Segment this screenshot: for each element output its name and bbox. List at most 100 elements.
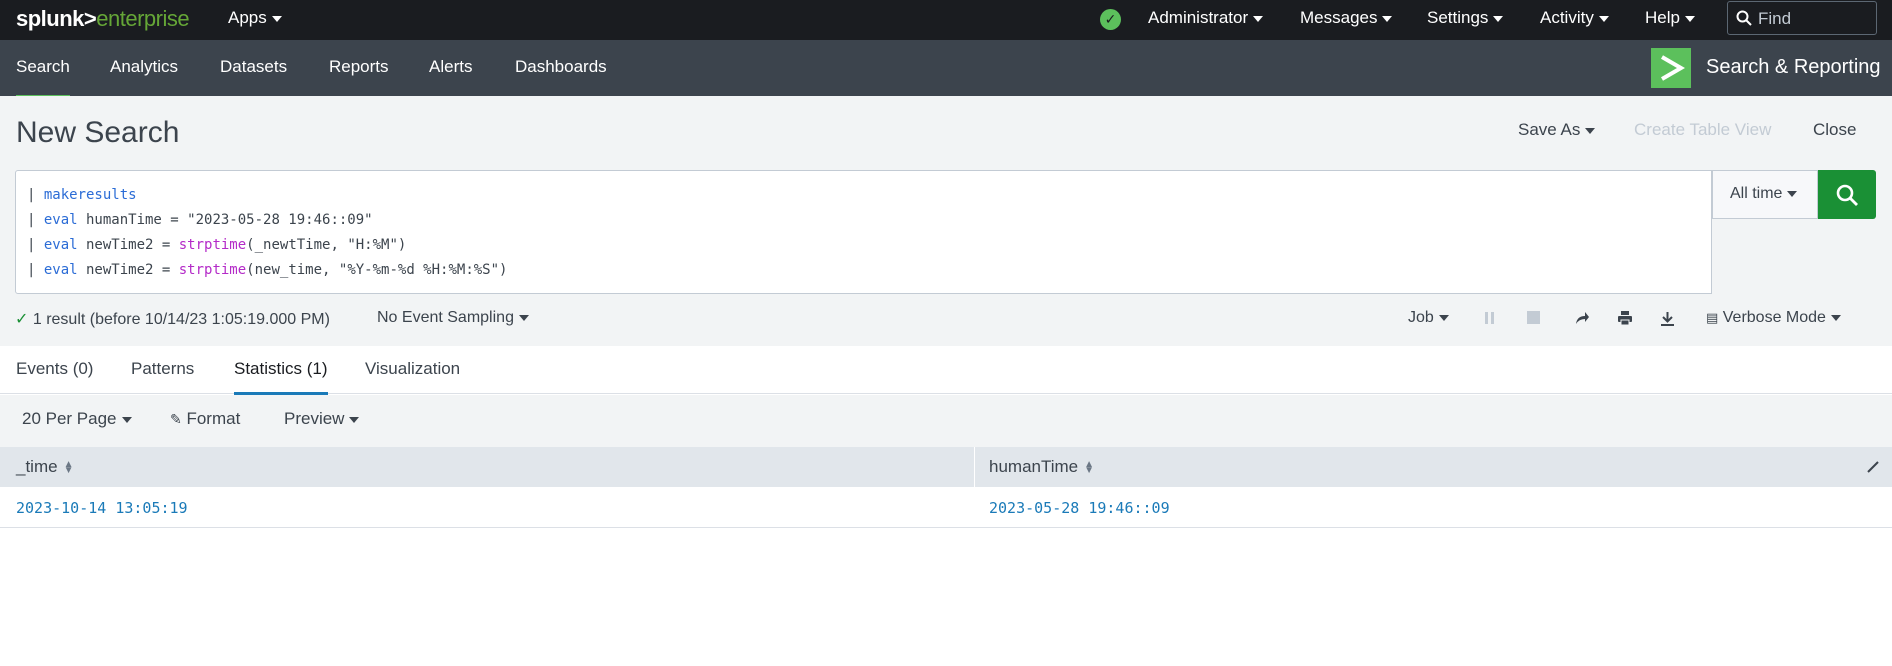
- query-command: eval: [43, 212, 78, 228]
- chevron-down-icon: [121, 416, 132, 423]
- query-args: newTime2 =: [77, 262, 179, 278]
- edit-column-icon[interactable]: [1866, 460, 1880, 474]
- query-args: newTime2 =: [77, 237, 179, 253]
- tab-search[interactable]: Search: [16, 57, 70, 99]
- apps-menu[interactable]: Apps: [228, 8, 282, 28]
- menu-label: Settings: [1427, 8, 1489, 27]
- chevron-right-icon: [1660, 55, 1685, 81]
- comment-icon: ▤: [1706, 310, 1719, 325]
- help-menu[interactable]: Help: [1645, 8, 1695, 28]
- chevron-down-icon: [1585, 127, 1596, 134]
- query-args: (new_time, "%Y-%m-%d %H:%M:%S"): [246, 262, 508, 278]
- results-toolbar: 20 Per Page ✎ Format Preview: [0, 395, 1892, 447]
- cell-humantime[interactable]: 2023-05-28 19:46::09: [989, 499, 1170, 517]
- tab-visualization[interactable]: Visualization: [365, 359, 460, 379]
- preview-dropdown[interactable]: Preview: [284, 409, 360, 429]
- search-icon: [1736, 10, 1752, 26]
- page-title: New Search: [16, 116, 180, 149]
- query-args: humanTime = "2023-05-28 19:46::09": [77, 212, 373, 228]
- chevron-down-icon: [1382, 15, 1393, 22]
- chevron-down-icon: [518, 314, 529, 321]
- job-label: Job: [1408, 309, 1434, 326]
- table-row: 2023-10-14 13:05:19 2023-05-28 19:46::09: [0, 487, 1892, 528]
- save-as-button[interactable]: Save As: [1518, 120, 1596, 140]
- menu-label: Help: [1645, 8, 1680, 27]
- query-pipe: |: [27, 237, 44, 253]
- tab-statistics[interactable]: Statistics (1): [234, 359, 328, 396]
- apps-label: Apps: [228, 8, 267, 27]
- settings-menu[interactable]: Settings: [1427, 8, 1504, 28]
- result-status-text: 1 result (before 10/14/23 1:05:19.000 PM…: [32, 311, 330, 328]
- chevron-down-icon: [1598, 15, 1609, 22]
- menu-label: Activity: [1540, 8, 1594, 27]
- tab-reports[interactable]: Reports: [329, 57, 389, 77]
- search-mode-label: Verbose Mode: [1722, 309, 1826, 326]
- preview-label: Preview: [284, 409, 345, 428]
- search-icon: [1836, 184, 1858, 206]
- query-args: (_newtTime, "H:%M"): [246, 237, 407, 253]
- stop-icon[interactable]: [1527, 311, 1540, 324]
- messages-menu[interactable]: Messages: [1300, 8, 1393, 28]
- search-area: New Search Save As Create Table View Clo…: [0, 96, 1892, 346]
- search-button[interactable]: [1818, 170, 1876, 219]
- pause-icon[interactable]: [1484, 311, 1496, 325]
- search-query-editor[interactable]: | makeresults | eval humanTime = "2023-0…: [15, 170, 1712, 294]
- app-name[interactable]: Search & Reporting: [1706, 56, 1881, 79]
- activity-menu[interactable]: Activity: [1540, 8, 1609, 28]
- query-line: | eval newTime2 = strptime(new_time, "%Y…: [27, 258, 1711, 283]
- top-bar: splunk>enterprise Apps ✓ Administrator M…: [0, 0, 1892, 40]
- query-command: makeresults: [43, 187, 137, 203]
- export-download-icon[interactable]: [1660, 311, 1675, 326]
- event-sampling-dropdown[interactable]: No Event Sampling: [377, 309, 529, 327]
- close-button[interactable]: Close: [1813, 120, 1856, 140]
- chevron-down-icon: [1684, 15, 1695, 22]
- query-line: | eval newTime2 = strptime(_newtTime, "H…: [27, 233, 1711, 258]
- splunk-logo[interactable]: splunk>enterprise: [16, 6, 190, 32]
- chevron-down-icon: [1493, 15, 1504, 22]
- app-logo-icon[interactable]: [1651, 48, 1691, 88]
- logo-word: splunk>: [16, 6, 97, 31]
- search-mode-dropdown[interactable]: ▤ Verbose Mode: [1706, 309, 1841, 327]
- format-label: Format: [186, 409, 241, 428]
- tab-alerts[interactable]: Alerts: [429, 57, 472, 77]
- tab-events[interactable]: Events (0): [16, 359, 93, 379]
- format-button[interactable]: ✎ Format: [170, 409, 240, 429]
- tab-dashboards[interactable]: Dashboards: [515, 57, 607, 77]
- share-icon[interactable]: [1574, 311, 1590, 325]
- per-page-dropdown[interactable]: 20 Per Page: [22, 409, 132, 429]
- sampling-label: No Event Sampling: [377, 309, 514, 326]
- cell-time[interactable]: 2023-10-14 13:05:19: [16, 499, 188, 517]
- menu-label: Messages: [1300, 8, 1378, 27]
- time-range-picker[interactable]: All time: [1712, 170, 1818, 219]
- query-pipe: |: [27, 212, 44, 228]
- chevron-down-icon: [271, 15, 282, 22]
- print-icon[interactable]: [1617, 311, 1633, 326]
- tab-patterns[interactable]: Patterns: [131, 359, 194, 379]
- chevron-down-icon: [1787, 190, 1798, 197]
- query-function: strptime: [178, 262, 247, 278]
- column-divider: [974, 447, 975, 487]
- chevron-down-icon: [1253, 15, 1264, 22]
- column-header-humantime[interactable]: humanTime ▲ ▼: [989, 457, 1094, 477]
- query-line: | makeresults: [27, 183, 1711, 208]
- time-range-label: All time: [1730, 185, 1783, 202]
- table-header: _time ▲ ▼ humanTime ▲ ▼: [0, 447, 1892, 487]
- check-icon: ✓: [15, 311, 29, 328]
- chevron-down-icon: [349, 416, 360, 423]
- health-status-icon[interactable]: ✓: [1100, 9, 1121, 30]
- find-input[interactable]: Find: [1727, 1, 1877, 35]
- administrator-menu[interactable]: Administrator: [1148, 8, 1264, 28]
- chevron-down-icon: [1438, 314, 1449, 321]
- query-command: eval: [43, 262, 78, 278]
- column-header-time[interactable]: _time ▲ ▼: [16, 457, 73, 477]
- tab-analytics[interactable]: Analytics: [110, 57, 178, 77]
- chevron-down-icon: [1830, 314, 1841, 321]
- create-table-view-button[interactable]: Create Table View: [1634, 120, 1771, 140]
- sort-icon: ▲ ▼: [1084, 458, 1095, 476]
- logo-suffix: enterprise: [96, 6, 190, 31]
- tab-datasets[interactable]: Datasets: [220, 57, 287, 77]
- per-page-label: 20 Per Page: [22, 409, 117, 428]
- column-label: humanTime: [989, 457, 1079, 476]
- app-bar: Search Analytics Datasets Reports Alerts…: [0, 40, 1892, 99]
- job-menu[interactable]: Job: [1408, 309, 1449, 327]
